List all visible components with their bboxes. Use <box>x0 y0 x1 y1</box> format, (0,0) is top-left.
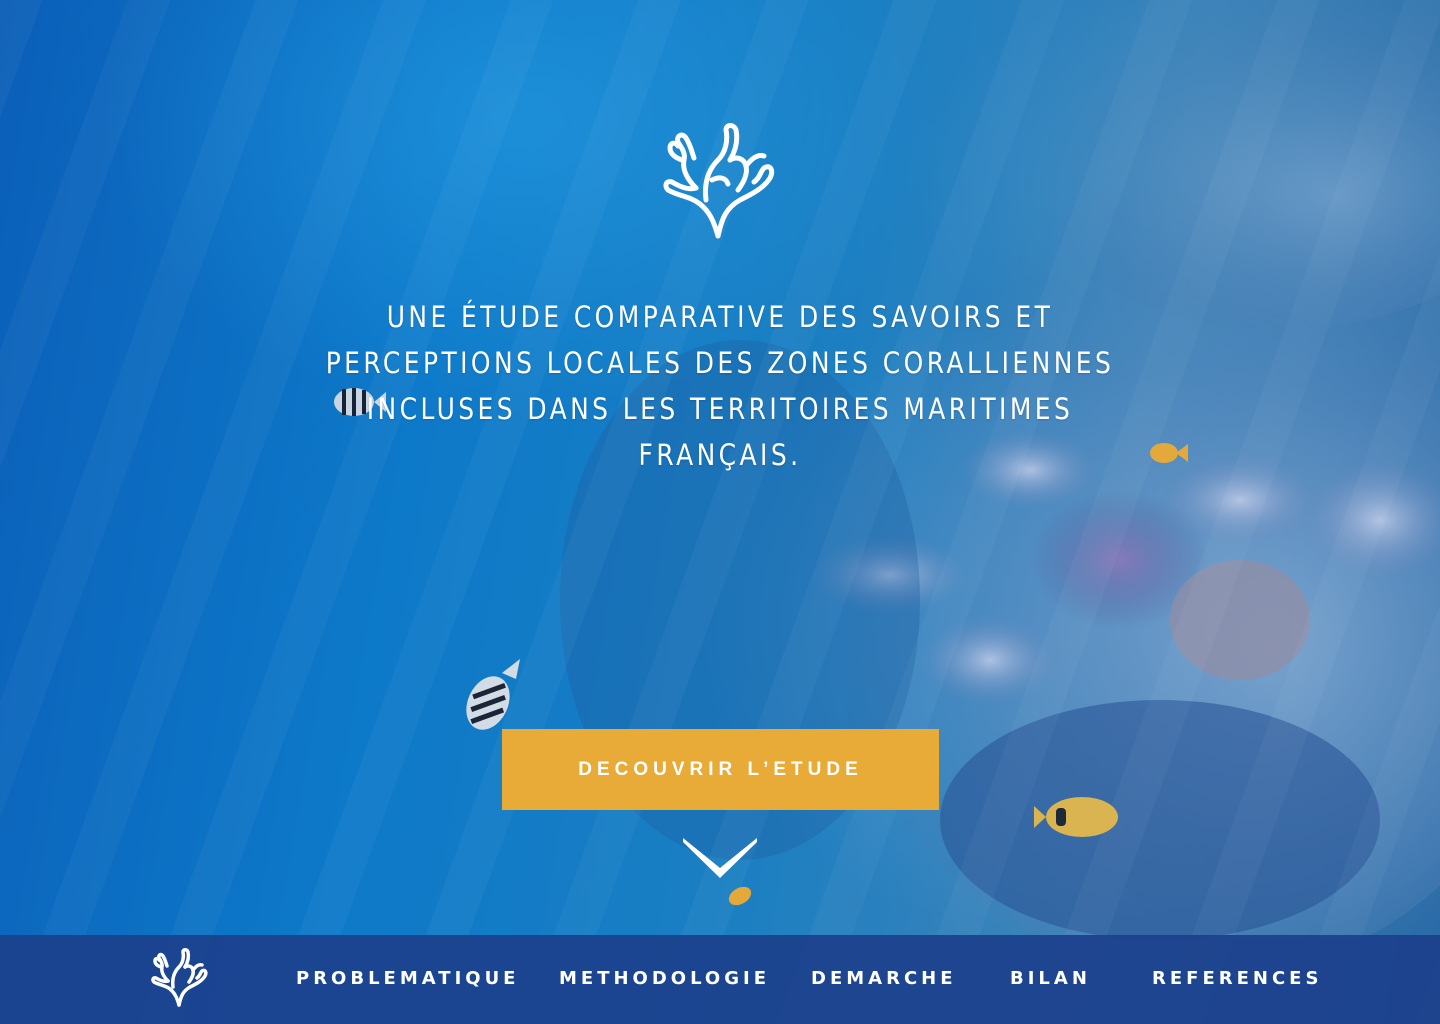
bottom-navbar: PROBLEMATIQUE METHODOLOGIE DEMARCHE BILA… <box>0 935 1440 1024</box>
coral-logo-icon <box>663 123 775 239</box>
fish-icon <box>1034 797 1118 837</box>
chevron-down-icon[interactable] <box>683 838 757 878</box>
hero-section: UNE ÉTUDE COMPARATIVE DES SAVOIRS ET PER… <box>0 0 1440 1024</box>
nav-item-references[interactable]: REFERENCES <box>1152 965 1322 993</box>
nav-item-methodologie[interactable]: METHODOLOGIE <box>559 965 770 993</box>
nav-item-problematique[interactable]: PROBLEMATIQUE <box>296 965 519 993</box>
nav-item-bilan[interactable]: BILAN <box>1010 965 1091 993</box>
coral-logo-icon[interactable] <box>148 946 212 1010</box>
fish-icon <box>728 886 752 906</box>
fish-icon <box>466 659 520 730</box>
hero-headline: UNE ÉTUDE COMPARATIVE DES SAVOIRS ET PER… <box>325 300 1115 472</box>
nav-item-demarche[interactable]: DEMARCHE <box>811 965 957 993</box>
fish-icon <box>1150 443 1188 463</box>
discover-study-button[interactable]: DECOUVRIR L’ETUDE <box>502 729 939 810</box>
